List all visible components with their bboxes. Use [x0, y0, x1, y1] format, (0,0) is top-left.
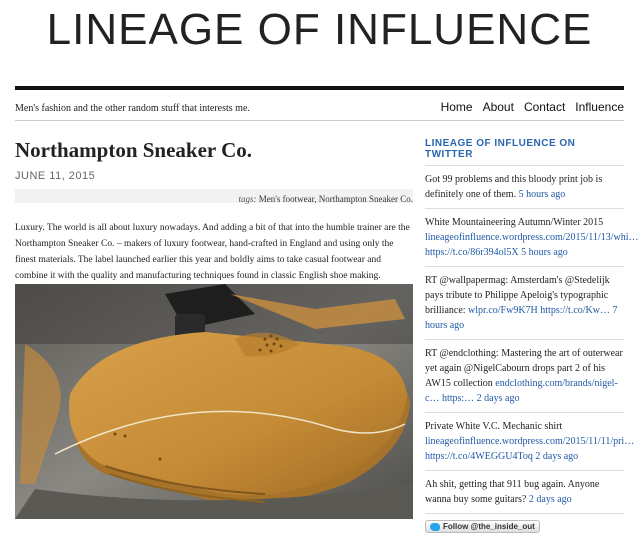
post-body: Luxury. The world is all about luxury no…: [15, 223, 410, 281]
post-photo: [15, 284, 413, 519]
site-tagline: Men's fashion and the other random stuff…: [15, 103, 250, 114]
site-title[interactable]: LINEAGE OF INFLUENCE: [0, 2, 639, 58]
header-rule: [15, 86, 624, 90]
tags-label: tags:: [238, 194, 257, 204]
post-date: JUNE 11, 2015: [15, 170, 96, 182]
nav-influence[interactable]: Influence: [575, 100, 624, 114]
tweet-time[interactable]: 5 hours ago: [521, 247, 568, 258]
follow-label: Follow @the_inside_out: [443, 522, 535, 531]
tweet-time[interactable]: 5 hours ago: [519, 189, 566, 200]
post-title[interactable]: Northampton Sneaker Co.: [15, 136, 413, 164]
nav-home[interactable]: Home: [441, 100, 473, 114]
tweet-time[interactable]: 2 days ago: [477, 393, 520, 404]
nav-contact[interactable]: Contact: [524, 100, 565, 114]
tweet-item: Private White V.C. Mechanic shirt lineag…: [425, 413, 634, 471]
tweet-text: Got 99 problems and this bloody print jo…: [425, 174, 603, 200]
main-nav: Home About Contact Influence: [441, 100, 624, 114]
twitter-sidebar: LINEAGE OF INFLUENCE ON TWITTER Got 99 p…: [425, 138, 638, 536]
tweet-item: Ah shit, getting that 911 bug again. Any…: [425, 471, 624, 514]
nav-about[interactable]: About: [483, 100, 514, 114]
leather-pieces-image: [15, 284, 413, 519]
tags-links[interactable]: Men's footwear, Northampton Sneaker Co.: [259, 194, 413, 204]
tweet-text: White Mountaineering Autumn/Winter 2015: [425, 217, 604, 228]
tweet-text: Ah shit, getting that 911 bug again. Any…: [425, 479, 600, 505]
tweet-item: White Mountaineering Autumn/Winter 2015 …: [425, 209, 638, 267]
follow-button[interactable]: Follow @the_inside_out: [425, 520, 540, 533]
tweet-link[interactable]: lineageofinfluence.wordpress.com/2015/11…: [425, 436, 634, 462]
post: Northampton Sneaker Co. JUNE 11, 2015 ta…: [15, 132, 413, 519]
nav-rule: [15, 120, 624, 121]
sidebar-title: LINEAGE OF INFLUENCE ON TWITTER: [425, 138, 624, 166]
tweet-item: RT @wallpapermag: Amsterdam's @Stedelijk…: [425, 267, 624, 340]
twitter-bird-icon: [430, 522, 440, 531]
tweet-time[interactable]: 2 days ago: [535, 451, 578, 462]
tweet-text: Private White V.C. Mechanic shirt: [425, 421, 563, 432]
post-tags: tags: Men's footwear, Northampton Sneake…: [239, 194, 413, 204]
tweet-time[interactable]: 2 days ago: [529, 494, 572, 505]
tweet-item: Got 99 problems and this bloody print jo…: [425, 166, 624, 209]
tweet-link[interactable]: wlpr.co/Fw9K7H https://t.co/Kw…: [468, 305, 610, 316]
tweet-item: RT @endclothing: Mastering the art of ou…: [425, 340, 624, 413]
